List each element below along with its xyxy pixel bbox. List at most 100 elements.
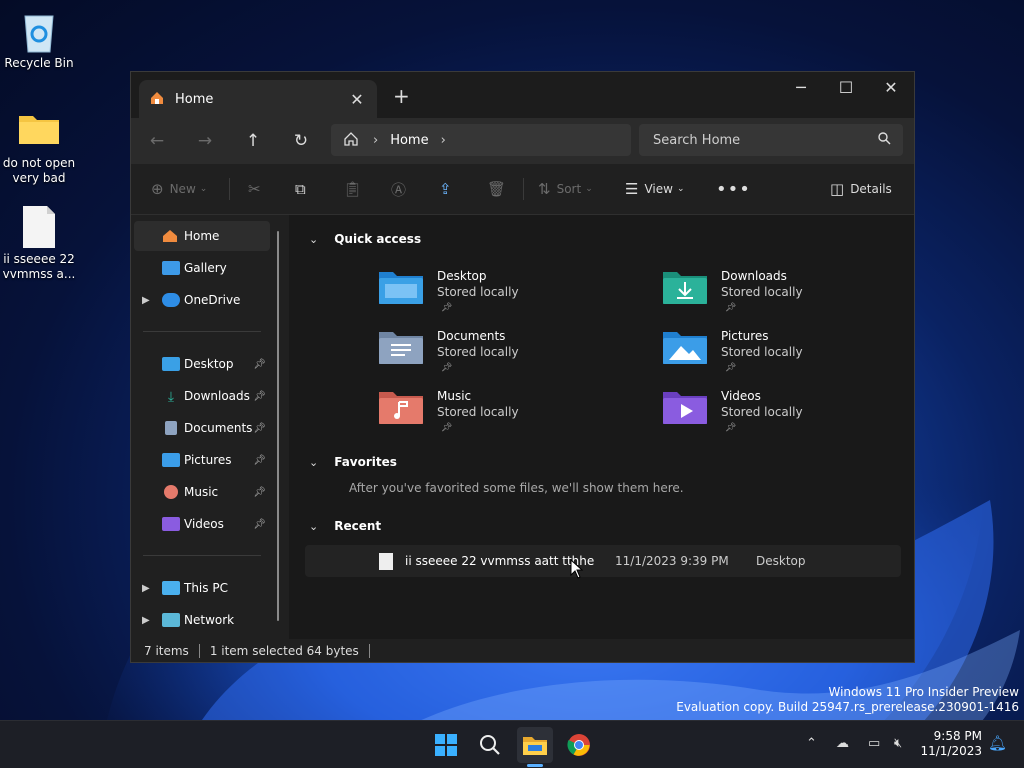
close-tab-icon[interactable]: ✕ — [347, 90, 367, 109]
pin-icon[interactable]: 📌︎ — [253, 455, 266, 466]
clock[interactable]: 9:58 PM 11/1/2023 — [920, 729, 982, 759]
pin-icon[interactable]: 📌︎ — [253, 423, 266, 434]
chrome-taskbar-button[interactable] — [561, 727, 597, 763]
quick-access-item-music[interactable]: Music Stored locally 📌︎ — [379, 388, 519, 436]
search-box[interactable]: Search Home — [639, 124, 903, 156]
item-name: Pictures — [721, 329, 769, 343]
volume-muted-icon[interactable]: 🔇︎ — [894, 736, 902, 751]
new-tab-button[interactable]: + — [393, 84, 410, 108]
sidebar-item-onedrive[interactable]: ▶ OneDrive — [134, 285, 270, 315]
quick-access-item-pictures[interactable]: Pictures Stored locally 📌︎ — [663, 328, 803, 376]
sidebar-item-music[interactable]: Music 📌︎ — [134, 477, 270, 507]
desktop-icon-folder[interactable]: do not open very bad — [1, 108, 77, 186]
desktop-icon-label: do not open very bad — [2, 156, 76, 185]
favorites-header[interactable]: ⌄ Favorites — [309, 455, 397, 469]
item-status: Stored locally — [721, 285, 803, 299]
sidebar-item-videos[interactable]: Videos 📌︎ — [134, 509, 270, 539]
tab-home[interactable]: Home ✕ — [139, 80, 377, 118]
copy-button[interactable]: ⧉ — [295, 177, 312, 201]
item-name: Desktop — [437, 269, 487, 283]
recent-header[interactable]: ⌄ Recent — [309, 519, 381, 533]
chevron-down-icon: ⌄ — [309, 519, 319, 533]
sidebar-item-gallery[interactable]: Gallery — [134, 253, 270, 283]
desktop-icon-label: ii sseeee 22 vvmmss a... — [2, 252, 76, 281]
recent-file-row[interactable]: ii sseeee 22 vvmmss aatt tthhe 11/1/2023… — [305, 545, 901, 577]
item-name: Documents — [437, 329, 506, 343]
start-button[interactable] — [428, 727, 464, 763]
content-pane: ⌄ Quick access Desktop Stored locally 📌︎ — [289, 215, 914, 639]
sidebar-item-this-pc[interactable]: ▶ This PC — [134, 573, 270, 603]
view-button[interactable]: ☰ View ⌄ — [625, 177, 684, 201]
sidebar-item-documents[interactable]: Documents 📌︎ — [134, 413, 270, 443]
pin-icon[interactable]: 📌︎ — [253, 391, 266, 402]
quick-access-header[interactable]: ⌄ Quick access — [309, 232, 421, 246]
sidebar-item-home[interactable]: Home — [134, 221, 270, 251]
item-name: Downloads — [721, 269, 787, 283]
recent-file-location: Desktop — [756, 554, 806, 568]
quick-access-item-downloads[interactable]: Downloads Stored locally 📌︎ — [663, 268, 803, 316]
desktop-icon-text-file[interactable]: ii sseeee 22 vvmmss a... — [1, 204, 77, 282]
sidebar-item-network[interactable]: ▶ Network — [134, 605, 270, 635]
chevron-right-icon[interactable]: ▶ — [142, 583, 156, 594]
show-hidden-icons-button[interactable]: ⌃ — [806, 736, 817, 751]
sidebar-scrollbar[interactable] — [277, 231, 279, 621]
item-name: Music — [437, 389, 472, 403]
documents-icon — [165, 421, 177, 435]
close-window-button[interactable]: ✕ — [868, 72, 914, 102]
pin-icon: 📌︎ — [725, 423, 737, 433]
onedrive-offline-icon[interactable]: ☁ — [836, 736, 849, 751]
rename-button[interactable]: Ⓐ — [391, 177, 412, 201]
sort-button[interactable]: ⇅ Sort ⌄ — [538, 177, 593, 201]
notification-bell-icon[interactable]: 🔔︎ — [988, 734, 1007, 752]
chevron-down-icon: ⌄ — [309, 232, 319, 246]
file-explorer-icon — [523, 737, 547, 755]
cloud-icon — [162, 293, 180, 307]
search-placeholder: Search Home — [653, 132, 741, 148]
search-taskbar-button[interactable] — [472, 727, 508, 763]
chevron-right-icon[interactable]: › — [441, 133, 446, 148]
sidebar-item-pictures[interactable]: Pictures 📌︎ — [134, 445, 270, 475]
pin-icon[interactable]: 📌︎ — [253, 519, 266, 530]
folder-icon — [17, 108, 61, 152]
quick-access-item-documents[interactable]: Documents Stored locally 📌︎ — [379, 328, 519, 376]
address-bar[interactable]: › Home › — [331, 124, 631, 156]
paste-button[interactable]: 📋︎ — [343, 177, 368, 201]
chevron-right-icon: › — [373, 132, 379, 148]
pin-icon[interactable]: 📌︎ — [253, 359, 266, 370]
details-button[interactable]: ◫ Details — [830, 177, 892, 201]
network-icon[interactable]: ▭ — [868, 736, 880, 751]
cut-button[interactable]: ✂ — [248, 177, 267, 201]
quick-access-item-desktop[interactable]: Desktop Stored locally 📌︎ — [379, 268, 519, 316]
pin-icon[interactable]: 📌︎ — [253, 487, 266, 498]
breadcrumb-home[interactable]: Home — [390, 133, 428, 148]
chrome-icon — [567, 734, 590, 756]
desktop-icon-recycle-bin[interactable]: Recycle Bin — [1, 8, 77, 71]
share-icon: ⇪ — [439, 180, 452, 198]
chevron-right-icon[interactable]: ▶ — [142, 295, 156, 306]
file-explorer-window: Home ✕ + ─ ☐ ✕ ← → ↑ ↻ › Home › Search H… — [130, 71, 915, 663]
trash-icon: 🗑︎ — [487, 180, 507, 198]
more-options-button[interactable]: ••• — [716, 177, 751, 201]
music-icon — [164, 485, 178, 499]
new-button[interactable]: ⊕ New ⌄ — [151, 177, 207, 201]
chevron-right-icon[interactable]: ▶ — [142, 615, 156, 626]
item-status: Stored locally — [721, 345, 803, 359]
refresh-icon[interactable]: ↻ — [289, 129, 313, 153]
sidebar-item-downloads[interactable]: ⤓ Downloads 📌︎ — [134, 381, 270, 411]
sidebar-item-desktop[interactable]: Desktop 📌︎ — [134, 349, 270, 379]
music-folder-icon — [379, 388, 423, 424]
minimize-button[interactable]: ─ — [778, 72, 824, 102]
gallery-icon — [162, 261, 180, 275]
back-arrow-icon[interactable]: ← — [145, 129, 169, 153]
view-list-icon: ☰ — [625, 180, 639, 198]
mouse-cursor-icon — [570, 559, 584, 579]
item-name: Videos — [721, 389, 761, 403]
forward-arrow-icon[interactable]: → — [193, 129, 217, 153]
share-button[interactable]: ⇪ — [439, 177, 458, 201]
quick-access-item-videos[interactable]: Videos Stored locally 📌︎ — [663, 388, 803, 436]
file-explorer-taskbar-button[interactable] — [517, 727, 553, 763]
tab-title: Home — [175, 91, 214, 107]
up-arrow-icon[interactable]: ↑ — [241, 129, 265, 153]
maximize-button[interactable]: ☐ — [823, 72, 869, 102]
delete-button[interactable]: 🗑︎ — [487, 177, 512, 201]
